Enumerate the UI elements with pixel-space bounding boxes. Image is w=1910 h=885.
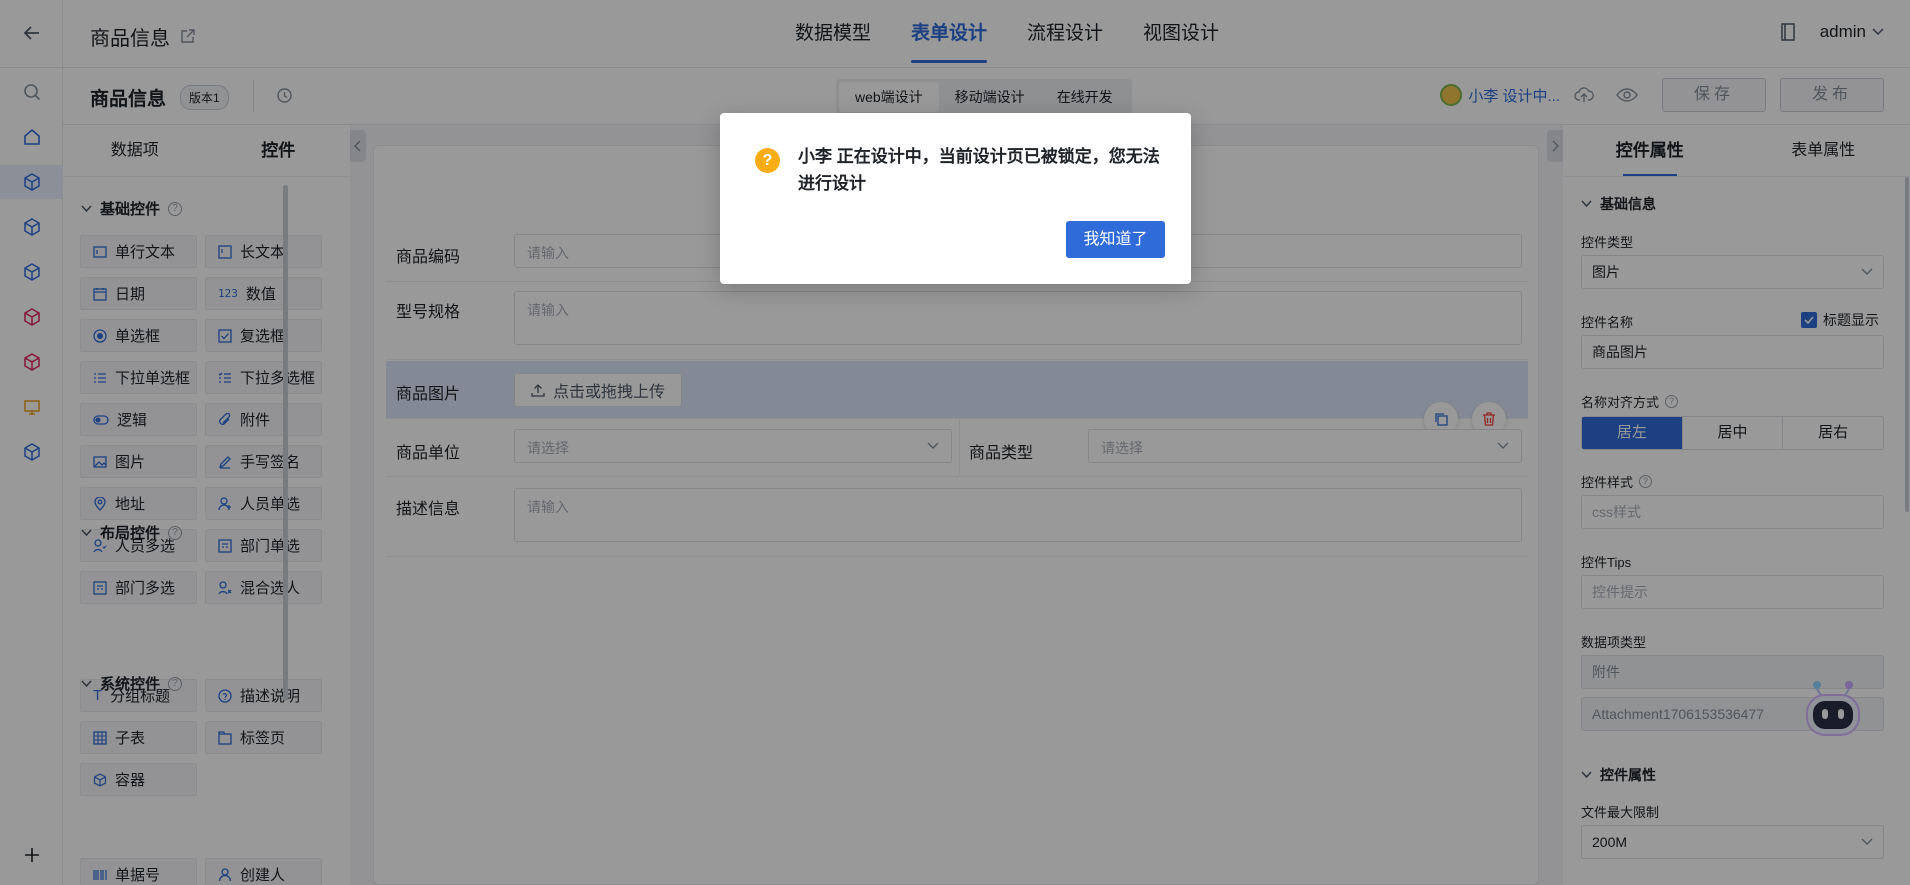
dialog-message: 小李 正在设计中，当前设计页已被锁定，您无法进行设计 xyxy=(798,147,1160,193)
acknowledge-button[interactable]: 我知道了 xyxy=(1066,221,1165,258)
lock-warning-dialog: ? 小李 正在设计中，当前设计页已被锁定，您无法进行设计 我知道了 xyxy=(720,113,1191,284)
warning-question-icon: ? xyxy=(755,148,780,173)
